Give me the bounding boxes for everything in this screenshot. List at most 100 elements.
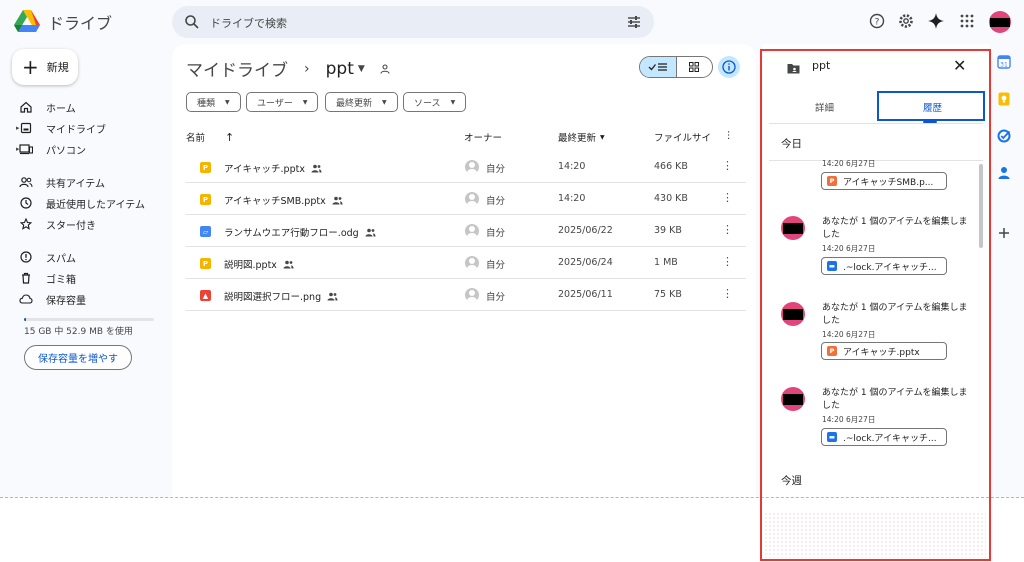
column-label: 名前 [186,133,206,144]
filter-type-chip[interactable]: 種類 ▼ [186,92,241,112]
search-input[interactable]: ドライブで検索 [210,15,287,31]
tasks-icon[interactable] [996,128,1012,144]
table-row[interactable]: ▱ ランサムウエア行動フロー.odg 自分 2025/06/22 39 KB ⋮ [186,215,746,247]
sidebar-item-starred[interactable]: スター付き [18,215,96,233]
column-options-icon[interactable]: ⋮ [724,130,734,141]
owner-avatar [465,160,479,174]
file-name-cell[interactable]: 説明図選択フロー.png [224,289,338,303]
more-actions-icon[interactable]: ⋮ [722,255,733,268]
slides-file-icon: P [200,162,211,173]
column-header-size[interactable]: ファイルサイ [654,130,711,144]
contacts-icon[interactable] [996,165,1012,181]
home-icon [18,99,34,115]
arrow-up-icon[interactable]: ↑ [225,131,234,144]
file-name: 説明図選択フロー.png [224,292,322,303]
panel-highlight-frame [760,49,991,561]
modified-cell: 2025/06/24 [558,257,613,268]
sidebar-item-trash[interactable]: ゴミ箱 [18,269,76,287]
info-icon[interactable] [718,56,740,78]
sidebar-item-home[interactable]: ホーム [18,98,76,116]
file-name: ランサムウエア行動フロー.odg [224,228,359,239]
breadcrumb-root[interactable]: マイドライブ [186,56,288,81]
sidebar-item-computers[interactable]: ▸ パソコン [16,140,86,158]
more-actions-icon[interactable]: ⋮ [722,159,733,172]
more-actions-icon[interactable]: ⋮ [722,223,733,236]
table-row[interactable]: P アイキャッチSMB.pptx 自分 14:20 430 KB ⋮ [186,183,746,215]
gemini-icon[interactable] [927,12,945,30]
help-icon[interactable]: ? [868,12,886,30]
sidebar-item-label: 保存容量 [46,295,86,307]
expand-arrow-icon[interactable]: ▸ [16,124,20,132]
owner-cell: 自分 [486,292,506,303]
add-app-icon[interactable] [996,225,1012,241]
sidebar-item-label: 最近使用したアイテム [46,199,145,211]
caret-down-icon: ▼ [600,133,605,141]
owner-avatar [465,256,479,270]
size-cell: 39 KB [654,225,682,236]
filter-label: 種類 [197,98,216,109]
column-header-modified[interactable]: 最終更新 ▼ [558,130,605,144]
sidebar-item-spam[interactable]: スパム [18,248,76,266]
sidebar-item-storage[interactable]: 保存容量 [18,290,86,308]
size-cell: 466 KB [654,161,688,172]
svg-text:31: 31 [1000,62,1008,69]
get-more-storage-button[interactable]: 保存容量を増やす [24,345,132,370]
expand-arrow-icon[interactable]: ▸ [16,145,20,153]
filter-modified-chip[interactable]: 最終更新 ▼ [325,92,398,112]
drawing-file-icon: ▱ [200,226,211,237]
size-cell: 75 KB [654,289,682,300]
table-row[interactable]: ▲ 説明図選択フロー.png 自分 2025/06/11 75 KB ⋮ [186,279,746,311]
storage-usage-text: 15 GB 中 52.9 MB を使用 [24,327,133,337]
shared-icon [365,228,376,237]
app-title[interactable]: ドライブ [48,10,112,34]
filter-label: 最終更新 [336,98,373,109]
more-actions-icon[interactable]: ⋮ [722,191,733,204]
file-name-cell[interactable]: ランサムウエア行動フロー.odg [224,225,376,239]
sidebar-item-shared[interactable]: 共有アイテム [18,173,105,191]
size-cell: 1 MB [654,257,678,268]
view-toggle[interactable] [639,56,713,78]
breadcrumb: マイドライブ › ppt ▼ [186,56,391,81]
search-bar[interactable]: ドライブで検索 [172,6,654,38]
table-row[interactable]: P アイキャッチ.pptx 自分 14:20 466 KB ⋮ [186,151,746,183]
keep-icon[interactable] [996,91,1012,107]
sidebar-item-label: スター付き [46,220,96,232]
table-row[interactable]: P 説明図.pptx 自分 2025/06/24 1 MB ⋮ [186,247,746,279]
grid-view-button[interactable] [677,57,713,77]
new-button[interactable]: + 新規 [12,49,78,85]
caret-down-icon: ▼ [382,98,387,106]
sidebar-item-label: スパム [46,253,76,265]
sidebar-item-label: 共有アイテム [46,178,105,190]
shared-icon [332,196,343,205]
search-icon[interactable] [184,14,200,30]
calendar-icon[interactable]: 31 [996,54,1012,70]
search-options-icon[interactable] [626,14,642,30]
drive-logo-icon[interactable] [14,10,40,32]
file-name: 説明図.pptx [224,260,277,271]
image-file-icon: ▲ [200,290,211,301]
breadcrumb-current[interactable]: ppt [326,59,354,79]
column-header-owner[interactable]: オーナー [464,130,502,144]
caret-down-icon: ▼ [302,98,308,106]
caret-down-icon[interactable]: ▼ [358,64,365,74]
file-name-cell[interactable]: アイキャッチ.pptx [224,161,322,175]
list-view-button[interactable] [640,57,677,77]
shared-icon [327,292,338,301]
sidebar-item-recent[interactable]: 最近使用したアイテム [18,194,145,212]
chevron-right-icon: › [304,60,310,77]
column-header-name[interactable]: 名前 ↑ [186,130,234,145]
owner-cell: 自分 [486,196,506,207]
size-cell: 430 KB [654,193,688,204]
svg-text:?: ? [875,18,880,28]
settings-icon[interactable] [897,12,915,30]
more-actions-icon[interactable]: ⋮ [722,287,733,300]
filter-source-chip[interactable]: ソース ▼ [403,92,467,112]
owner-cell: 自分 [486,228,506,239]
account-avatar[interactable] [989,11,1011,33]
filter-people-chip[interactable]: ユーザー ▼ [246,92,319,112]
apps-grid-icon[interactable] [958,12,976,30]
shared-icon [283,260,294,269]
sidebar-item-my-drive[interactable]: ▸ マイドライブ [16,119,106,137]
file-name-cell[interactable]: アイキャッチSMB.pptx [224,193,343,207]
file-name-cell[interactable]: 説明図.pptx [224,257,294,271]
